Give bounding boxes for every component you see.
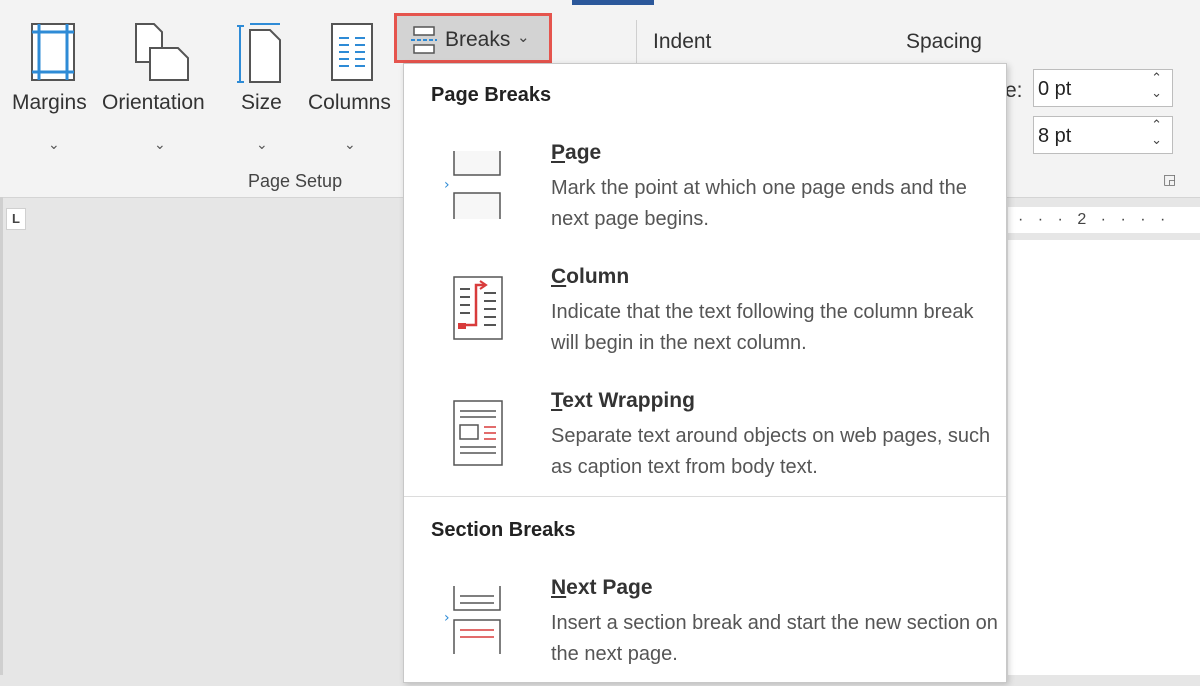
chevron-down-icon: ⌄: [517, 29, 530, 46]
size-button[interactable]: Size ⌄: [236, 18, 296, 158]
size-icon: [237, 23, 281, 83]
spacing-after-value[interactable]: 8 pt: [1038, 125, 1071, 148]
menu-item-column-break[interactable]: Column Indicate that the text following …: [404, 265, 1006, 375]
columns-button[interactable]: Columns ⌄: [306, 18, 398, 158]
svg-text:›: ›: [444, 610, 450, 626]
chevron-down-icon: ⌄: [154, 136, 166, 152]
spinner-arrows-icon[interactable]: ⌃ ⌄: [1151, 117, 1162, 147]
menu-item-next-page[interactable]: › Next Page Insert a section break and s…: [404, 576, 1006, 686]
spacing-before-spinner[interactable]: 0 pt ⌃ ⌄: [1033, 69, 1173, 107]
spinner-arrows-icon[interactable]: ⌃ ⌄: [1151, 70, 1162, 100]
document-page[interactable]: [1008, 240, 1200, 675]
document-edge: [0, 197, 3, 675]
menu-item-description: Mark the point at which one page ends an…: [551, 177, 967, 230]
menu-item-title: Next Page: [551, 576, 653, 599]
menu-item-description: Insert a section break and start the new…: [551, 612, 998, 665]
chevron-down-icon: ⌄: [344, 136, 356, 152]
columns-label: Columns: [308, 91, 391, 114]
margins-icon: [31, 23, 75, 81]
menu-item-page-break[interactable]: › Page Mark the point at which one page …: [404, 141, 1006, 251]
breaks-dropdown-menu: Page Breaks › Page Mark the point at whi…: [403, 63, 1007, 683]
page-setup-group-label: Page Setup: [248, 171, 343, 191]
orientation-button[interactable]: Orientation ⌄: [102, 18, 222, 158]
menu-item-title: Text Wrapping: [551, 389, 695, 412]
size-label: Size: [241, 91, 282, 114]
breaks-button[interactable]: Breaks ⌄: [394, 13, 552, 63]
menu-divider: [404, 496, 1006, 497]
column-break-icon: [453, 276, 503, 340]
dialog-launcher-icon[interactable]: ◲: [1163, 171, 1176, 188]
horizontal-ruler[interactable]: · · · 2 · · · ·: [1008, 207, 1200, 233]
breaks-label: Breaks: [445, 28, 511, 51]
text-wrapping-icon: [453, 400, 503, 466]
spacing-before-label: e:: [1005, 79, 1023, 102]
chevron-down-icon: ⌄: [48, 136, 60, 152]
margins-button[interactable]: Margins ⌄: [10, 18, 100, 158]
chevron-down-icon: ⌄: [256, 136, 268, 152]
margins-label: Margins: [12, 91, 87, 114]
next-page-icon: ›: [444, 586, 501, 654]
menu-item-description: Indicate that the text following the col…: [551, 301, 974, 354]
spacing-header: Spacing: [906, 30, 982, 53]
indent-header: Indent: [653, 30, 712, 53]
spacing-before-value[interactable]: 0 pt: [1038, 78, 1071, 101]
breaks-icon: [411, 26, 437, 54]
page-breaks-heading: Page Breaks: [431, 84, 552, 106]
spacing-after-spinner[interactable]: 8 pt ⌃ ⌄: [1033, 116, 1173, 154]
menu-item-title: Page: [551, 141, 602, 164]
menu-item-title: Column: [551, 265, 630, 288]
active-tab-indicator: [572, 0, 654, 5]
page-break-icon: ›: [444, 151, 501, 219]
columns-icon: [331, 23, 373, 81]
tab-stop-selector[interactable]: L: [6, 208, 26, 230]
svg-text:›: ›: [444, 177, 450, 193]
section-breaks-heading: Section Breaks: [431, 519, 576, 541]
menu-item-description: Separate text around objects on web page…: [551, 425, 991, 478]
orientation-label: Orientation: [102, 91, 205, 114]
orientation-icon: [135, 23, 189, 81]
menu-item-text-wrapping[interactable]: Text Wrapping Separate text around objec…: [404, 389, 1006, 499]
